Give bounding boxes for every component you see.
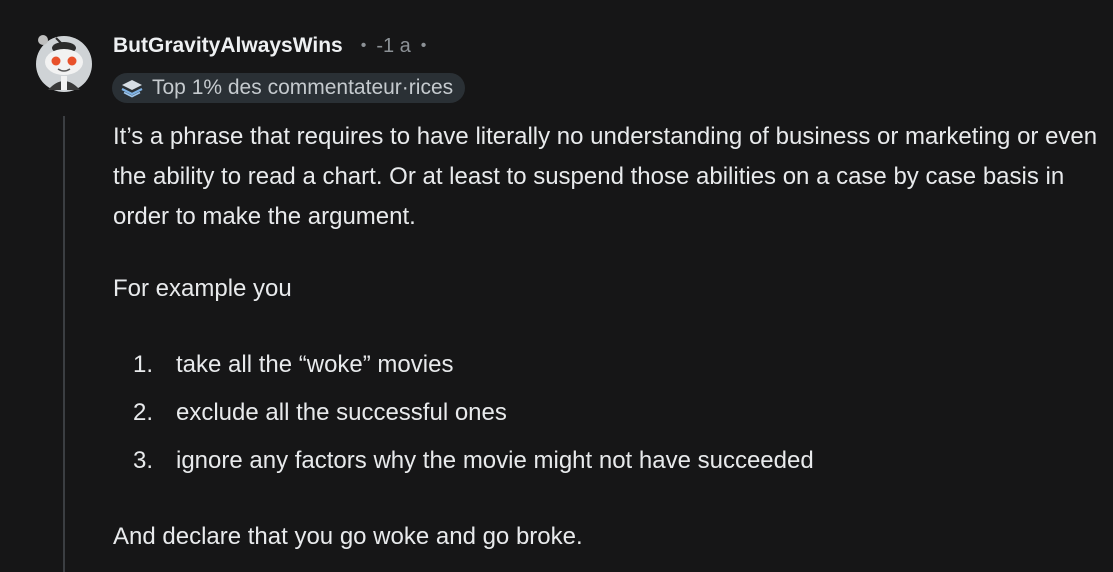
comment-list: 1. take all the “woke” movies 2. exclude… (113, 341, 1103, 485)
comment-header: ButGravityAlwaysWins • -1 a • (113, 30, 426, 62)
avatar[interactable] (34, 34, 94, 94)
top-commenter-badge[interactable]: Top 1% des commentateur·rices (112, 73, 466, 103)
author-username[interactable]: ButGravityAlwaysWins (113, 34, 343, 58)
badge-label: Top 1% des commentateur·rices (152, 76, 454, 99)
comment-paragraph: And declare that you go woke and go brok… (113, 523, 583, 550)
list-item: 1. take all the “woke” movies (113, 341, 1103, 389)
thread-line[interactable] (63, 116, 65, 572)
comment-body: It’s a phrase that requires to have lite… (113, 117, 1103, 557)
top-commenter-badge-icon (121, 80, 143, 98)
list-item-text: exclude all the successful ones (176, 399, 507, 426)
list-item-number: 1. (132, 351, 153, 378)
list-item-text: ignore any factors why the movie might n… (176, 447, 814, 474)
comment-timestamp[interactable]: -1 a (376, 35, 410, 58)
list-item-text: take all the “woke” movies (176, 351, 454, 378)
list-item-number: 2. (132, 399, 153, 426)
comment-paragraph: For example you (113, 275, 292, 302)
meta-separator: • (420, 37, 427, 54)
list-item: 3. ignore any factors why the movie migh… (113, 437, 1103, 485)
list-item-number: 3. (132, 447, 153, 474)
comment: ButGravityAlwaysWins • -1 a • Top 1% des… (0, 0, 1113, 572)
meta-separator: • (360, 37, 367, 54)
comment-paragraph: It’s a phrase that requires to have lite… (113, 123, 1098, 230)
list-item: 2. exclude all the successful ones (113, 389, 1103, 437)
snoo-avatar-icon (36, 35, 92, 92)
